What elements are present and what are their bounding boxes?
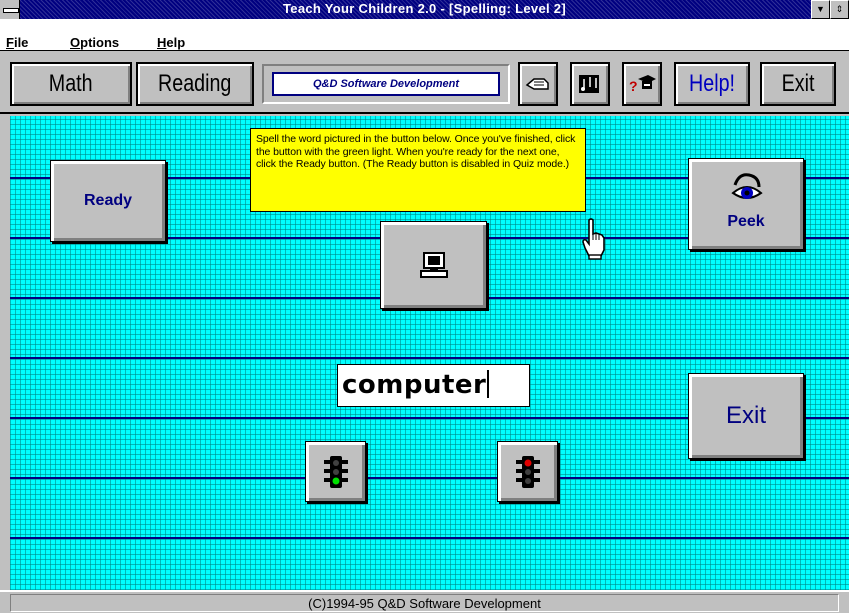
- window-title: Teach Your Children 2.0 - [Spelling: Lev…: [283, 1, 566, 16]
- peek-button[interactable]: Peek: [688, 158, 804, 250]
- red-light-button[interactable]: [497, 441, 558, 502]
- menu-options[interactable]: Options: [70, 35, 119, 50]
- math-button[interactable]: Math: [10, 62, 132, 106]
- ready-button[interactable]: Ready: [50, 160, 166, 242]
- hand-icon: [525, 78, 549, 90]
- exit-button-label: Exit: [725, 402, 766, 429]
- title-bar: Teach Your Children 2.0 - [Spelling: Lev…: [0, 0, 849, 19]
- text-caret: [487, 370, 490, 398]
- toolbar: Math Reading Q&D Software Development ? …: [0, 52, 849, 114]
- ready-button-label: Ready: [83, 192, 133, 209]
- music-button[interactable]: [570, 62, 610, 106]
- minimize-button[interactable]: ▼: [811, 0, 830, 19]
- music-note-icon: [579, 75, 599, 93]
- left-gutter: [0, 116, 10, 590]
- toolbar-exit-button[interactable]: Exit: [760, 62, 836, 106]
- peek-button-label: Peek: [727, 213, 765, 230]
- reading-button[interactable]: Reading: [136, 62, 254, 106]
- hand-tool-button[interactable]: [518, 62, 558, 106]
- company-logo-text: Q&D Software Development: [312, 78, 460, 90]
- exit-button[interactable]: Exit: [688, 373, 804, 459]
- menu-bar: File Options Help: [0, 19, 849, 51]
- eye-icon: [731, 173, 763, 199]
- company-logo-panel: Q&D Software Development: [262, 64, 510, 104]
- status-bar: (C)1994-95 Q&D Software Development: [0, 590, 849, 613]
- spelling-input[interactable]: computer: [337, 364, 530, 407]
- copyright-text: (C)1994-95 Q&D Software Development: [10, 594, 839, 612]
- help-button[interactable]: Help!: [674, 62, 750, 106]
- green-traffic-light-icon: [323, 455, 348, 488]
- instructions-tooltip: Spell the word pictured in the button be…: [250, 128, 586, 212]
- red-traffic-light-icon: [515, 455, 540, 488]
- check-answer-button[interactable]: [305, 441, 366, 502]
- graduate-button[interactable]: ?: [622, 62, 662, 106]
- menu-file[interactable]: File: [6, 35, 28, 50]
- svg-text:?: ?: [629, 78, 638, 94]
- graduation-cap-icon: ?: [629, 75, 656, 94]
- restore-button[interactable]: ⇕: [830, 0, 849, 19]
- computer-icon: [419, 252, 448, 278]
- picture-button[interactable]: [380, 221, 487, 309]
- menu-help[interactable]: Help: [157, 35, 185, 50]
- pointer-hand-icon: [582, 218, 605, 260]
